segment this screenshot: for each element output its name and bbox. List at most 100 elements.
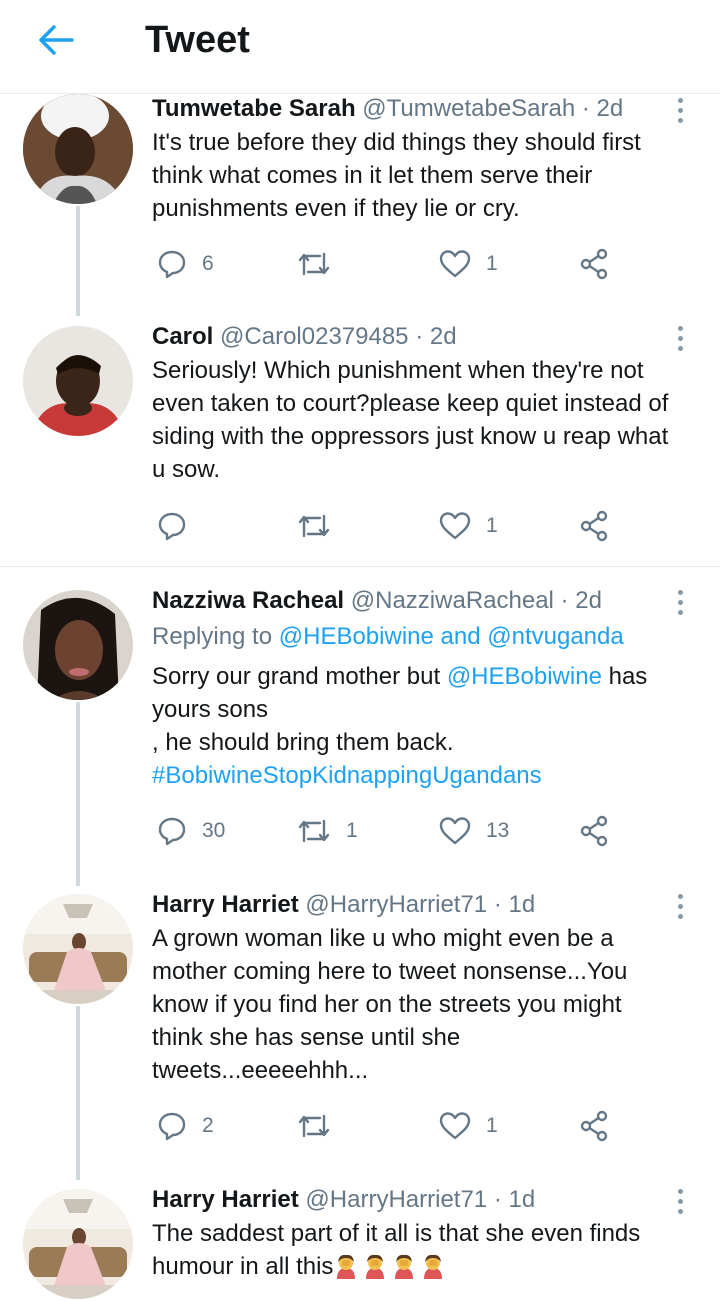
retweet-icon [298,819,330,843]
share-button[interactable] [578,244,610,284]
timestamp[interactable]: 1d [509,891,536,918]
like-button[interactable]: 1 [438,1106,498,1146]
like-count: 13 [486,819,510,842]
arrow-left-icon [39,25,74,55]
mention-link[interactable]: @HEBobiwine [279,623,434,650]
reply-icon [158,512,186,541]
reply-icon [158,250,186,279]
like-button[interactable]: 13 [438,811,509,851]
tweet-header: Harry Harriet @HarryHarriet71 · 1d [152,1185,535,1215]
separator-dot: · [581,95,590,122]
separator-dot: · [415,323,424,350]
tweet-item[interactable]: Nazziwa Racheal @NazziwaRacheal · 2d Rep… [0,586,720,886]
thread-line [76,1006,80,1180]
username[interactable]: @Carol02379485 [220,323,409,350]
conversation-divider [0,566,720,567]
reply-count: 6 [202,252,214,275]
display-name[interactable]: Tumwetabe Sarah [152,95,356,122]
more-options-button[interactable] [668,94,692,126]
retweet-button[interactable] [296,244,346,284]
like-count: 1 [486,514,498,537]
retweet-button[interactable]: 1 [296,811,358,851]
share-button[interactable] [578,1106,610,1146]
reply-count: 30 [202,819,226,842]
retweet-icon [298,514,330,538]
avatar[interactable] [23,894,133,1004]
reply-icon [158,817,186,846]
reply-button[interactable] [156,506,202,546]
like-button[interactable]: 1 [438,506,498,546]
reply-button[interactable]: 30 [156,811,225,851]
heart-icon [439,512,471,540]
timestamp[interactable]: 2d [597,95,624,122]
tweet-item[interactable]: Harry Harriet @HarryHarriet71 · 1d The s… [0,1185,720,1301]
mention-link[interactable]: @HEBobiwine [447,663,602,690]
separator-dot: · [493,1186,502,1213]
tweet-header: Harry Harriet @HarryHarriet71 · 1d [152,890,535,920]
tweet-actions: 6 1 [152,244,622,284]
reply-icon [158,1112,186,1141]
retweet-count: 1 [346,819,358,842]
hashtag-link[interactable]: #BobiwineStopKidnappingUgandans [152,759,700,792]
page-title: Tweet [145,19,250,61]
display-name[interactable]: Nazziwa Racheal [152,587,344,614]
separator-dot: · [560,587,569,614]
avatar[interactable] [23,326,133,436]
mention-link[interactable]: @ntvuganda [487,623,623,650]
more-options-button[interactable] [668,1185,692,1217]
woman-facepalming-icon [337,1254,356,1279]
tweet-header: Tumwetabe Sarah @TumwetabeSarah · 2d [152,94,623,124]
username[interactable]: @TumwetabeSarah [362,95,575,122]
more-options-button[interactable] [668,586,692,618]
tweet-actions: 30 1 13 [152,811,622,851]
more-options-button[interactable] [668,322,692,354]
tweet-header: Carol @Carol02379485 · 2d [152,322,457,352]
display-name[interactable]: Harry Harriet [152,891,299,918]
timestamp[interactable]: 2d [575,587,602,614]
reply-button[interactable]: 6 [156,244,214,284]
tweet-item[interactable]: Harry Harriet @HarryHarriet71 · 1d A gro… [0,890,720,1180]
avatar[interactable] [23,590,133,700]
tweet-actions: 1 [152,506,622,546]
share-button[interactable] [578,506,610,546]
retweet-button[interactable] [296,1106,346,1146]
back-button[interactable] [32,18,80,62]
display-name[interactable]: Harry Harriet [152,1186,299,1213]
tweet-text: Sorry our grand mother but @HEBobiwine h… [152,660,700,792]
share-icon [580,1110,608,1142]
tweet-actions: 2 1 [152,1106,622,1146]
replying-to: Replying to @HEBobiwine and @ntvuganda [152,623,624,650]
thread-line [76,206,80,316]
display-name[interactable]: Carol [152,323,213,350]
more-options-button[interactable] [668,890,692,922]
thread-line [76,702,80,886]
timestamp[interactable]: 2d [430,323,457,350]
heart-icon [439,1112,471,1140]
retweet-icon [298,1114,330,1138]
reply-count: 2 [202,1114,214,1137]
username[interactable]: @HarryHarriet71 [305,1186,487,1213]
avatar[interactable] [23,1189,133,1299]
username[interactable]: @HarryHarriet71 [305,891,487,918]
share-icon [580,248,608,280]
woman-facepalming-icon [395,1254,414,1279]
reply-button[interactable]: 2 [156,1106,214,1146]
like-count: 1 [486,252,498,275]
tweet-item[interactable]: Carol @Carol02379485 · 2d Seriously! Whi… [0,322,720,564]
woman-facepalming-icon [366,1254,385,1279]
share-icon [580,815,608,847]
facepalm-emojis [333,1253,449,1280]
tweet-item[interactable]: Tumwetabe Sarah @TumwetabeSarah · 2d It'… [0,94,720,316]
top-app-bar: Tweet [0,0,720,94]
heart-icon [439,817,471,845]
tweet-text: The saddest part of it all is that she e… [152,1220,641,1280]
timestamp[interactable]: 1d [509,1186,536,1213]
separator-dot: · [493,891,502,918]
username[interactable]: @NazziwaRacheal [351,587,554,614]
tweet-text: A grown woman like u who might even be a… [152,925,628,1084]
like-button[interactable]: 1 [438,244,498,284]
retweet-button[interactable] [296,506,346,546]
share-button[interactable] [578,811,610,851]
avatar[interactable] [23,94,133,204]
retweet-icon [298,252,330,276]
